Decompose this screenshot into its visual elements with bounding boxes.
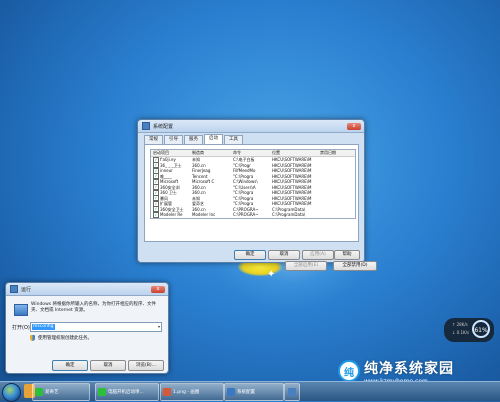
- open-label: 打开(O):: [12, 325, 32, 331]
- startup-rows: ✓ f'a0ji.ey 未知 C:\电子白板 HKCU\SOFTWARE\M ✓ 36_ _…: [151, 157, 355, 218]
- watermark-logo: 纯: [338, 360, 360, 382]
- table-row[interactable]: ✓ Modeler Re Modeler Inc C:\PROGRA~ C:\Progr…: [151, 212, 355, 218]
- msconfig-title: 系统配置: [153, 123, 174, 130]
- taskbar-item-iqiyi[interactable]: 爱奇艺: [32, 383, 90, 401]
- taskbar-item-article[interactable]: 电脑开机启动项...: [95, 383, 159, 401]
- run-close-button[interactable]: x: [151, 285, 165, 293]
- enable-all-button[interactable]: 全部启用(E): [285, 261, 327, 271]
- msconfig-help-button[interactable]: 帮助: [334, 250, 360, 260]
- download-speed: ↓ 0.1K/s: [452, 330, 470, 335]
- msconfig-apply-button[interactable]: 应用(A): [302, 250, 334, 260]
- startup-list[interactable]: 启动项目 制造商 命令 位置 禁用日期 ✓ f'a0ji.ey 未知 C:\电子白板 H…: [150, 149, 356, 219]
- taskbar-item-msconfig[interactable]: 系统配置: [224, 383, 284, 401]
- msconfig-tabs: 常规 引导 服务 启动 工具: [144, 134, 244, 144]
- tab-boot[interactable]: 引导: [164, 135, 183, 144]
- taskbar-item-paint[interactable]: 1.png - 画图: [160, 383, 224, 401]
- run-icon: [288, 388, 296, 396]
- startup-item-name: Modeler Re: [160, 212, 183, 217]
- run-cancel-button[interactable]: 取消: [90, 360, 126, 371]
- startup-item-location: C:\ProgramData\: [272, 212, 306, 217]
- msconfig-app-icon: [142, 122, 150, 130]
- run-program-icon: [14, 304, 28, 316]
- msconfig-window: 系统配置 x 常规 引导 服务 启动 工具 启动项目 制造商 命令 位置 禁用日…: [137, 119, 377, 271]
- uac-note-text: 使用管理权限创建此任务。: [38, 336, 92, 341]
- startup-item-maker: Modeler Inc: [192, 212, 216, 217]
- run-ok-button[interactable]: 确定: [52, 360, 88, 371]
- taskbar-item-label: 电脑开机启动项...: [108, 390, 144, 395]
- tab-tools[interactable]: 工具: [224, 135, 243, 144]
- msconfig-titlebar[interactable]: 系统配置 x: [138, 120, 364, 133]
- startup-item-command: C:\PROGRA~: [233, 212, 259, 217]
- taskbar-item-run[interactable]: [284, 383, 300, 401]
- run-titlebar[interactable]: 运行 x: [6, 283, 168, 296]
- run-app-icon: [10, 285, 18, 293]
- watermark-title: 纯净系统家园: [364, 360, 454, 377]
- run-dialog: 运行 x Windows 将根据你所输入的名称，为你打开相应的程序、文件夹、文档…: [5, 282, 169, 374]
- run-description: Windows 将根据你所输入的名称，为你打开相应的程序、文件夹、文档或 Int…: [31, 302, 157, 313]
- iqiyi-icon: [35, 388, 43, 396]
- disable-all-button[interactable]: 全部禁用(D): [333, 261, 377, 271]
- tab-general[interactable]: 常规: [144, 135, 163, 144]
- usage-dial: 61%: [472, 320, 490, 338]
- uac-note: 使用管理权限创建此任务。: [30, 335, 92, 341]
- startup-panel: 启动项目 制造商 命令 位置 禁用日期 ✓ f'a0ji.ey 未知 C:\电子白板 H…: [144, 144, 377, 271]
- startup-list-header: 启动项目 制造商 命令 位置 禁用日期: [151, 150, 355, 157]
- startup-item-cell: ✓ Modeler Re: [151, 212, 192, 218]
- taskbar-item-label: 1.png - 画图: [173, 390, 200, 395]
- taskbar: 爱奇艺 电脑开机启动项... 1.png - 画图 系统配置: [0, 381, 500, 402]
- network-gadget[interactable]: ↑ 28K/s ↓ 0.1K/s 61%: [444, 318, 494, 342]
- taskbar-item-label: 爱奇艺: [45, 390, 59, 395]
- run-body: Windows 将根据你所输入的名称，为你打开相应的程序、文件夹、文档或 Int…: [6, 296, 168, 373]
- column-header-item[interactable]: 启动项目: [151, 150, 192, 156]
- start-button[interactable]: [2, 383, 21, 402]
- open-input-value[interactable]: msconfig: [32, 324, 55, 330]
- column-header-maker[interactable]: 制造商: [192, 150, 233, 156]
- column-header-command[interactable]: 命令: [233, 150, 272, 156]
- startup-item-checkbox[interactable]: ✓: [153, 212, 159, 218]
- msconfig-cancel-button[interactable]: 取消: [268, 250, 300, 260]
- column-header-disabled-date[interactable]: 禁用日期: [320, 150, 354, 156]
- msconfig-icon: [227, 388, 235, 396]
- msconfig-ok-button[interactable]: 确定: [234, 250, 266, 260]
- tab-startup[interactable]: 启动: [204, 134, 223, 144]
- chevron-down-icon[interactable]: ▾: [158, 324, 160, 329]
- uac-shield-icon: [30, 335, 35, 341]
- browser-icon: [98, 388, 106, 396]
- msconfig-close-button[interactable]: x: [347, 122, 361, 130]
- sparkle-icon: ✦: [267, 269, 276, 280]
- upload-speed: ↑ 28K/s: [452, 322, 468, 327]
- paint-icon: [163, 388, 171, 396]
- taskbar-item-label: 系统配置: [237, 390, 255, 395]
- open-input[interactable]: msconfig ▾: [30, 322, 162, 332]
- run-title: 运行: [21, 286, 32, 293]
- column-header-location[interactable]: 位置: [272, 150, 320, 156]
- tab-services[interactable]: 服务: [184, 135, 203, 144]
- startup-item-disabled-date: [320, 212, 354, 218]
- run-browse-button[interactable]: 浏览(B)...: [128, 360, 164, 371]
